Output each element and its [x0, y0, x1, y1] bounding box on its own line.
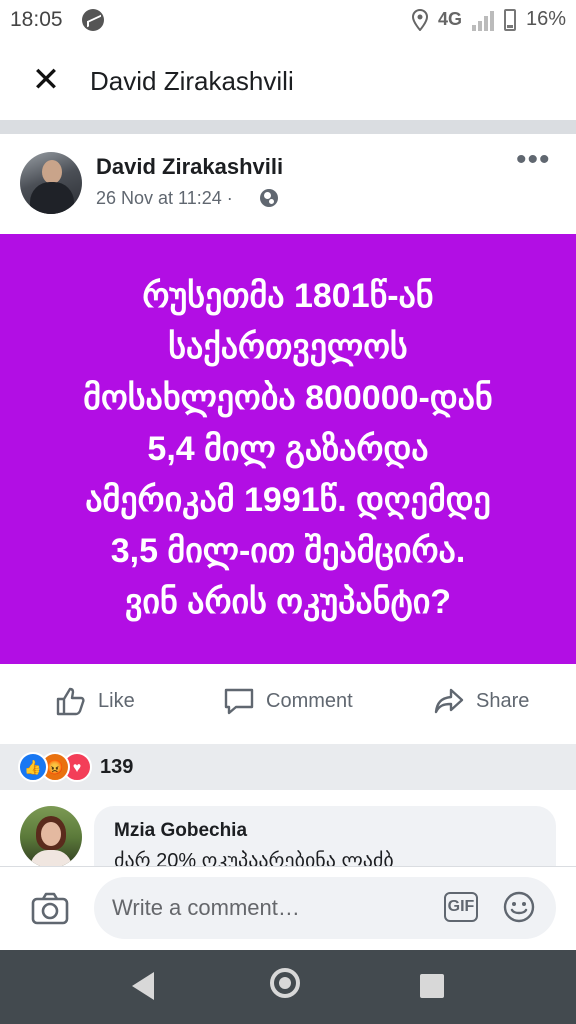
thumbs-up-icon [56, 687, 85, 716]
reactions-summary[interactable]: 👍 😡 ♥ 139 [18, 752, 133, 782]
status-bar: 18:05 4G 16% [0, 0, 576, 42]
like-reaction-icon: 👍 [18, 752, 48, 782]
status-icons: 4G 16% [411, 8, 566, 31]
signal-icon [471, 9, 494, 31]
comment-icon [224, 688, 254, 715]
comment-input[interactable]: Write a comment… GIF [94, 877, 556, 939]
header-title: David Zirakashvili [90, 66, 294, 96]
comment-placeholder: Write a comment… [112, 895, 300, 920]
divider [0, 120, 576, 134]
location-icon [411, 8, 428, 31]
emoji-icon[interactable] [502, 890, 536, 924]
globe-icon [260, 189, 278, 207]
share-button[interactable]: Share [432, 684, 529, 718]
gif-button[interactable]: GIF [444, 892, 478, 922]
commenter-name[interactable]: Mzia Gobechia [114, 820, 247, 842]
share-icon [434, 688, 464, 714]
like-label: Like [98, 689, 135, 712]
recent-apps-icon[interactable] [420, 974, 444, 998]
messenger-icon [82, 9, 104, 31]
comment-input-bar: Write a comment… GIF [0, 866, 576, 951]
system-nav-bar [0, 950, 576, 1024]
battery-icon [503, 8, 516, 31]
share-label: Share [476, 689, 530, 712]
commenter-avatar[interactable] [20, 806, 82, 868]
home-icon[interactable] [270, 968, 300, 998]
reaction-count: 139 [100, 755, 134, 778]
close-icon[interactable]: ✕ [28, 62, 64, 98]
top-header: ✕ David Zirakashvili [0, 42, 576, 120]
post-text: რუსეთმა 1801წ-ან საქართველოს მოსახლეობა … [83, 276, 493, 621]
camera-icon[interactable] [30, 889, 70, 929]
post-content[interactable]: რუსეთმა 1801წ-ან საქართველოს მოსახლეობა … [0, 234, 576, 664]
author-avatar[interactable] [20, 152, 82, 214]
post-author[interactable]: David Zirakashvili [96, 154, 283, 180]
back-icon[interactable] [132, 972, 154, 1000]
post-timestamp[interactable]: 26 Nov at 11:24 · [96, 188, 233, 209]
more-options-icon[interactable]: ••• [516, 145, 551, 175]
battery-level: 16% [525, 8, 566, 30]
comment-label: Comment [266, 689, 353, 712]
comment-button[interactable]: Comment [222, 684, 353, 718]
like-button[interactable]: Like [54, 684, 135, 718]
status-time: 18:05 [10, 8, 63, 31]
network-type: 4G [437, 9, 462, 29]
